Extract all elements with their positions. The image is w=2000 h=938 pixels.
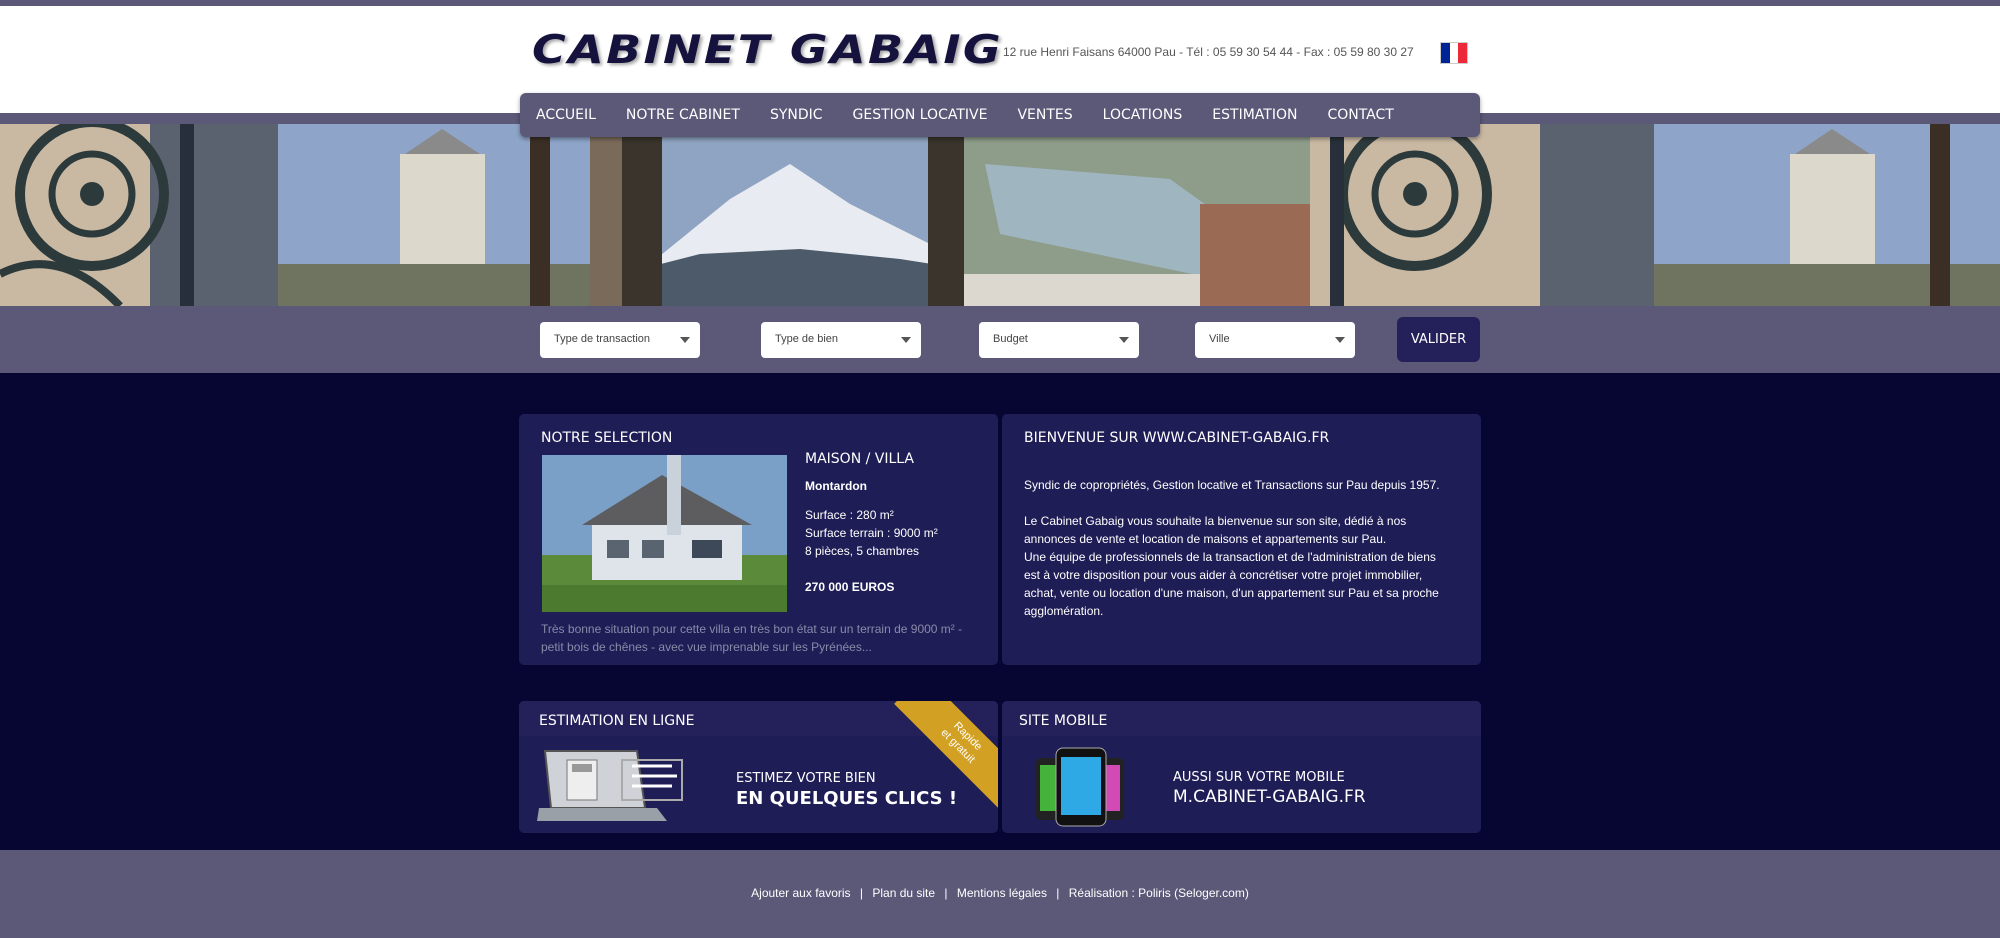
property-surface: Surface : 280 m² — [805, 508, 894, 522]
submit-search-button[interactable]: VALIDER — [1397, 317, 1480, 362]
property-description[interactable]: Très bonne situation pour cette villa en… — [541, 620, 971, 656]
contact-info: 12 rue Henri Faisans 64000 Pau - Tél : 0… — [1003, 45, 1414, 59]
property-type-value: Type de bien — [775, 333, 838, 345]
estimation-title: ESTIMATION EN LIGNE — [539, 713, 695, 729]
nav-gestion-locative[interactable]: GESTION LOCATIVE — [853, 107, 988, 123]
add-favorites-link[interactable]: Ajouter aux favoris — [751, 886, 850, 900]
header-banner — [0, 124, 2000, 306]
nav-locations[interactable]: LOCATIONS — [1103, 107, 1183, 123]
welcome-text-1: Le Cabinet Gabaig vous souhaite la bienv… — [1024, 514, 1407, 546]
budget-value: Budget — [993, 333, 1028, 345]
french-flag-icon[interactable] — [1440, 42, 1468, 64]
chevron-down-icon — [680, 337, 690, 343]
mobile-title: SITE MOBILE — [1019, 713, 1108, 729]
welcome-panel: BIENVENUE SUR WWW.CABINET-GABAIG.FR Synd… — [1002, 414, 1481, 665]
footer-separator: | — [859, 886, 864, 900]
chevron-down-icon — [901, 337, 911, 343]
property-city: Montardon — [805, 479, 867, 493]
footer-links: Ajouter aux favoris | Plan du site | Men… — [0, 886, 2000, 900]
nav-accueil[interactable]: ACCUEIL — [536, 107, 596, 123]
footer-separator: | — [1056, 886, 1060, 900]
nav-estimation[interactable]: ESTIMATION — [1212, 107, 1297, 123]
city-select[interactable]: Ville — [1195, 322, 1355, 358]
nav-ventes[interactable]: VENTES — [1017, 107, 1072, 123]
main-nav: ACCUEIL NOTRE CABINET SYNDIC GESTION LOC… — [520, 93, 1480, 137]
estimation-panel[interactable]: ESTIMATION EN LIGNE Rapide et gratuit ES… — [519, 701, 998, 833]
banner-photos — [0, 124, 2000, 306]
search-bar: Type de transaction Type de bien Budget … — [0, 306, 2000, 373]
sitemap-link[interactable]: Plan du site — [872, 886, 935, 900]
footer-separator: | — [944, 886, 948, 900]
welcome-text-2: Une équipe de professionnels de la trans… — [1024, 550, 1439, 618]
property-type: MAISON / VILLA — [805, 451, 914, 467]
selection-panel: NOTRE SELECTION MAISON / VILLA Montardon… — [519, 414, 998, 665]
property-rooms: 8 pièces, 5 chambres — [805, 544, 920, 558]
footer: Ajouter aux favoris | Plan du site | Men… — [0, 850, 2000, 938]
smartphones-icon — [1036, 747, 1124, 827]
property-price: 270 000 EUROS — [805, 580, 895, 594]
estimation-line-1: ESTIMEZ VOTRE BIEN — [736, 771, 876, 786]
mobile-panel[interactable]: SITE MOBILE AUSSI SUR VOTRE MOBILE M.CAB… — [1002, 701, 1481, 833]
city-value: Ville — [1209, 333, 1230, 345]
selection-title: NOTRE SELECTION — [541, 430, 673, 446]
site-logo[interactable]: CABINET GABAIG — [532, 28, 1003, 73]
welcome-intro: Syndic de copropriétés, Gestion locative… — [1024, 478, 1440, 492]
transaction-type-select[interactable]: Type de transaction — [540, 322, 700, 358]
nav-notre-cabinet[interactable]: NOTRE CABINET — [626, 107, 740, 123]
property-terrain: Surface terrain : 9000 m² — [805, 526, 938, 540]
credit-link[interactable]: Réalisation : Poliris (Seloger.com) — [1069, 886, 1249, 900]
nav-contact[interactable]: CONTACT — [1327, 107, 1393, 123]
laptop-calculator-icon — [537, 750, 683, 821]
estimation-line-2: EN QUELQUES CLICS ! — [736, 788, 958, 809]
legal-notice-link[interactable]: Mentions légales — [957, 886, 1047, 900]
property-photo[interactable] — [542, 455, 787, 612]
property-type-select[interactable]: Type de bien — [761, 322, 921, 358]
mobile-line-1: AUSSI SUR VOTRE MOBILE — [1173, 770, 1345, 785]
mobile-line-2[interactable]: M.CABINET-GABAIG.FR — [1173, 787, 1366, 807]
budget-select[interactable]: Budget — [979, 322, 1139, 358]
welcome-title: BIENVENUE SUR WWW.CABINET-GABAIG.FR — [1024, 430, 1330, 446]
nav-syndic[interactable]: SYNDIC — [770, 107, 823, 123]
transaction-type-value: Type de transaction — [554, 333, 651, 345]
chevron-down-icon — [1119, 337, 1129, 343]
chevron-down-icon — [1335, 337, 1345, 343]
